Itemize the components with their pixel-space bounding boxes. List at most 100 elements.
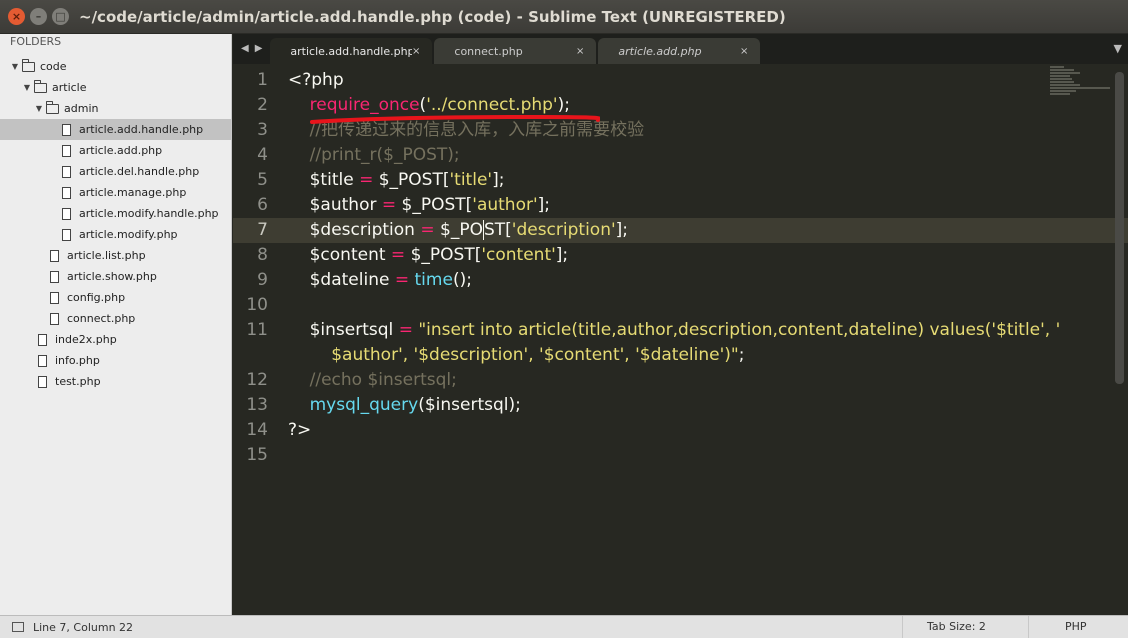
tab-list: article.add.handle.php × connect.php × artic… [270, 38, 762, 64]
sidebar-folder[interactable]: ▼ admin [0, 98, 231, 119]
sidebar-file[interactable]: article.add.handle.php [0, 119, 231, 140]
sidebar: FOLDERS ▼ code ▼ article ▼ admin article.add.h… [0, 34, 232, 615]
minimize-window-button[interactable]: – [30, 8, 47, 25]
code-token: $_POST[ [405, 245, 482, 265]
panel-toggle-icon[interactable] [12, 622, 24, 632]
code-token: (); [452, 270, 472, 290]
sidebar-file[interactable]: article.show.php [0, 266, 231, 287]
window-controls: × – □ [8, 8, 69, 25]
tab-dropdown-icon[interactable]: ▼ [1114, 42, 1122, 55]
code-token: 'title' [449, 170, 493, 190]
minimap[interactable] [1050, 66, 1114, 100]
sidebar-file[interactable]: article.add.php [0, 140, 231, 161]
line-number: 15 [246, 445, 268, 465]
tree-item-label: connect.php [67, 312, 136, 325]
tab-navigation: ◀ ▶ [233, 43, 270, 64]
code-line[interactable]: $title = $_POST['title']; [288, 168, 1118, 193]
code-token: 'content' [481, 245, 556, 265]
file-icon [38, 354, 47, 367]
tree-item-label: info.php [55, 354, 100, 367]
code-token: ?> [288, 420, 312, 440]
tab-label: connect.php [454, 44, 523, 58]
code-line[interactable]: $author', '$description', '$content', '$… [288, 343, 1118, 368]
sidebar-folder[interactable]: ▼ article [0, 77, 231, 98]
sidebar-file[interactable]: config.php [0, 287, 231, 308]
code-token: $author [288, 195, 382, 215]
sidebar-file[interactable]: article.del.handle.php [0, 161, 231, 182]
vertical-scrollbar[interactable] [1115, 72, 1124, 384]
line-number: 2 [257, 95, 268, 115]
code-token: $_PO [434, 220, 483, 240]
code-line[interactable]: mysql_query($insertsql); [288, 393, 1118, 418]
tab-close-icon[interactable]: × [576, 46, 584, 57]
file-icon [50, 291, 59, 304]
tree-item-label: article.list.php [67, 249, 146, 262]
line-number: 12 [246, 370, 268, 390]
tab-forward-icon[interactable]: ▶ [255, 43, 263, 54]
folder-icon [46, 100, 59, 114]
code-line[interactable]: ?> [288, 418, 1118, 443]
tab-close-icon[interactable]: × [740, 46, 748, 57]
sidebar-file[interactable]: connect.php [0, 308, 231, 329]
code-line[interactable]: $dateline = time(); [288, 268, 1118, 293]
sidebar-file[interactable]: test.php [0, 371, 231, 392]
editor[interactable]: 1 2 3 4 5 6 7 8 9 10 11 12 13 14 15 <?php require_once… [233, 64, 1128, 615]
code-line[interactable]: //echo $insertsql; [288, 368, 1118, 393]
close-window-button[interactable]: × [8, 8, 25, 25]
maximize-window-button[interactable]: □ [52, 8, 69, 25]
sidebar-file[interactable]: info.php [0, 350, 231, 371]
code-line[interactable]: <?php [288, 68, 1118, 93]
code-token: $title [288, 170, 360, 190]
folder-tree: ▼ code ▼ article ▼ admin article.add.handle.ph… [0, 56, 231, 392]
disclosure-arrow-icon[interactable]: ▼ [22, 83, 32, 92]
editor-tab[interactable]: article.add.php × [598, 38, 761, 64]
file-icon [62, 186, 71, 199]
code-token: ]; [555, 245, 569, 265]
code-token: ]; [492, 170, 505, 190]
code-line[interactable]: require_once('../connect.php'); [288, 93, 1118, 118]
syntax-selector[interactable]: PHP [1028, 615, 1128, 638]
code-line[interactable]: $content = $_POST['content']; [288, 243, 1118, 268]
code-token: ]; [537, 195, 551, 215]
sidebar-file[interactable]: article.modify.php [0, 224, 231, 245]
code-line[interactable]: $insertsql = "insert into article(title,… [288, 318, 1118, 343]
editor-tab[interactable]: connect.php × [434, 38, 597, 64]
code-token: mysql_query [309, 395, 419, 415]
code-token: = [381, 195, 397, 215]
code-token: 'description' [511, 220, 616, 240]
folder-icon [34, 79, 47, 93]
code-area[interactable]: <?php require_once('../connect.php'); //… [278, 68, 1128, 468]
code-token: //把传递过来的信息入库，入库之前需要校验 [288, 120, 645, 140]
code-token: = [394, 270, 410, 290]
disclosure-arrow-icon[interactable]: ▼ [10, 62, 20, 71]
sidebar-file[interactable]: inde2x.php [0, 329, 231, 350]
tab-size-selector[interactable]: Tab Size: 2 [902, 615, 1028, 638]
code-token: $_POST[ [373, 170, 450, 190]
code-line[interactable] [288, 443, 1118, 468]
code-line[interactable]: $author = $_POST['author']; [288, 193, 1118, 218]
code-line[interactable]: //把传递过来的信息入库，入库之前需要校验 [288, 118, 1118, 143]
code-token: = [390, 245, 406, 265]
tab-back-icon[interactable]: ◀ [241, 43, 249, 54]
code-line[interactable]: //print_r($_POST); [288, 143, 1118, 168]
tree-item-label: code [40, 60, 67, 73]
sidebar-file[interactable]: article.modify.handle.php [0, 203, 231, 224]
line-number: 1 [257, 70, 268, 90]
sidebar-folder[interactable]: ▼ code [0, 56, 231, 77]
code-token: require_once [309, 95, 420, 115]
sidebar-file[interactable]: article.list.php [0, 245, 231, 266]
code-token: ); [557, 95, 570, 115]
code-line[interactable] [288, 293, 1118, 318]
tab-close-icon[interactable]: × [412, 46, 420, 57]
tab-label: article.add.php [618, 44, 702, 58]
disclosure-arrow-icon[interactable]: ▼ [34, 104, 44, 113]
sidebar-file[interactable]: article.manage.php [0, 182, 231, 203]
line-number: 9 [257, 270, 268, 290]
code-line[interactable]: $description = $_POST['description']; [278, 218, 1128, 243]
code-token: $author', '$description', '$content', '$… [288, 345, 739, 365]
file-icon [50, 312, 59, 325]
tab-label: article.add.handle.php [290, 44, 413, 58]
editor-tab[interactable]: article.add.handle.php × [270, 38, 433, 64]
file-icon [38, 333, 47, 346]
tree-item-label: article.add.handle.php [79, 123, 204, 136]
